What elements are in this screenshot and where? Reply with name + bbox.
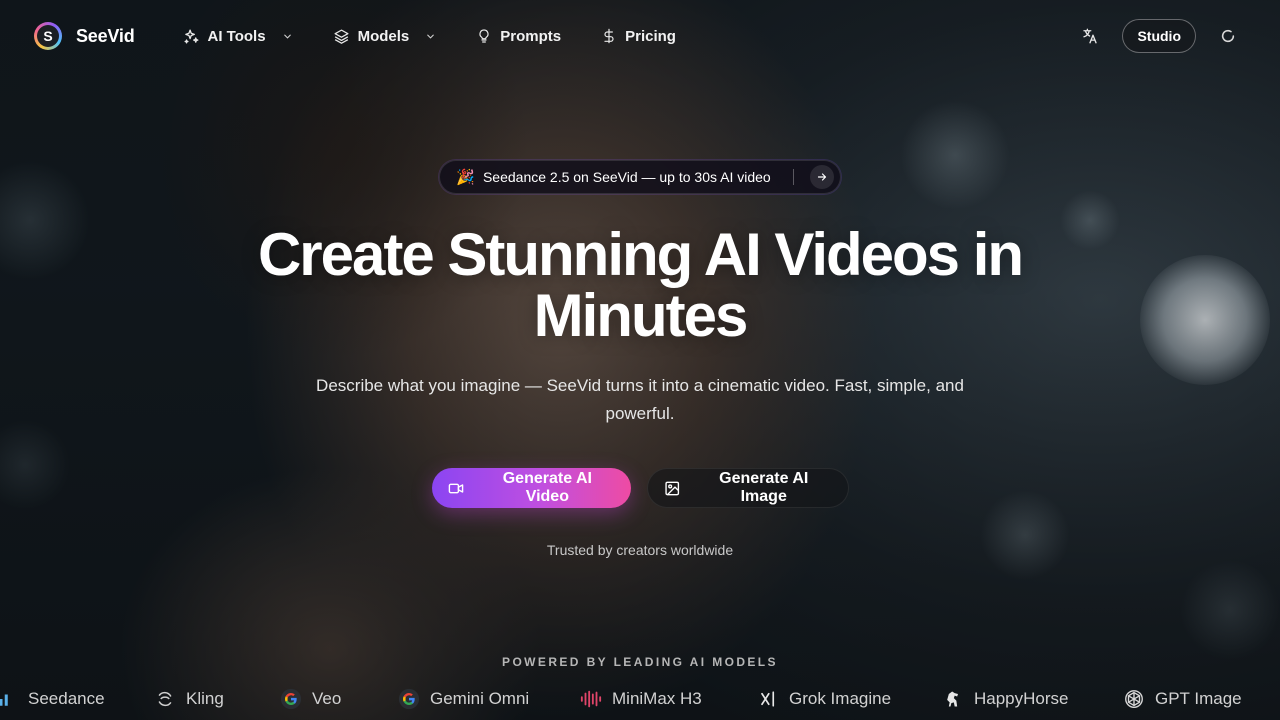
announcement-text: Seedance 2.5 on SeeVid — up to 30s AI vi… — [482, 169, 771, 185]
generate-video-button[interactable]: Generate AI Video — [431, 468, 631, 508]
generate-image-button[interactable]: Generate AI Image — [646, 468, 849, 508]
models-heading: POWERED BY LEADING AI MODELS — [502, 655, 778, 669]
nav-item-label: AI Tools — [207, 27, 266, 45]
model-seedance[interactable]: Seedance — [0, 688, 105, 710]
hero-subtitle: Describe what you imagine — SeeVid turns… — [316, 376, 964, 423]
lightbulb-icon — [479, 29, 489, 43]
kling-icon — [154, 688, 176, 710]
model-grok-imagine[interactable]: Grok Imagine — [757, 688, 891, 710]
model-gpt-image[interactable]: GPT Image — [1123, 688, 1242, 710]
openai-icon — [1123, 688, 1145, 710]
spinner-icon — [1210, 18, 1246, 54]
dollar-icon — [604, 28, 614, 44]
google-g-icon — [280, 688, 302, 710]
horse-icon — [942, 688, 964, 710]
nav-item-prompts[interactable]: Prompts — [476, 28, 561, 45]
nav-item-label: Models — [357, 27, 410, 45]
image-icon — [664, 481, 679, 495]
chevron-down-icon — [283, 34, 291, 39]
model-happyhorse[interactable]: HappyHorse — [942, 688, 1069, 710]
video-camera-icon — [448, 483, 463, 493]
brand-name: SeeVid — [76, 25, 135, 46]
brand-logo[interactable]: S SeeVid — [34, 22, 135, 50]
sparkles-icon — [184, 28, 199, 44]
model-kling[interactable]: Kling — [154, 688, 224, 710]
seedance-bars-icon — [0, 688, 18, 710]
main-nav: AI Tools Models Prompts Pricing — [183, 28, 676, 45]
xai-icon — [757, 688, 779, 710]
divider — [792, 169, 794, 185]
trusted-text: Trusted by creators worldwide — [546, 542, 734, 558]
logo-mark-icon: S — [34, 22, 62, 50]
translate-icon[interactable] — [1072, 18, 1108, 54]
nav-item-ai-tools[interactable]: AI Tools — [183, 28, 293, 45]
nav-item-label: Pricing — [625, 27, 676, 45]
model-veo[interactable]: Veo — [280, 688, 341, 710]
arrow-right-icon[interactable] — [809, 165, 834, 189]
model-gemini-omni[interactable]: Gemini Omni — [398, 688, 529, 710]
chevron-down-icon — [427, 34, 435, 39]
google-g-icon — [398, 688, 420, 710]
studio-button[interactable]: Studio — [1122, 19, 1196, 53]
site-header: S SeeVid AI Tools Models Prompts Pricing… — [0, 0, 1280, 72]
hero-title: Create Stunning AI Videos in Minutes — [257, 221, 1024, 349]
hero-section: 🎉 Seedance 2.5 on SeeVid — up to 30s AI … — [0, 160, 1280, 558]
layers-icon — [334, 28, 349, 44]
nav-item-models[interactable]: Models — [333, 28, 437, 45]
minimax-wave-icon — [580, 688, 602, 710]
nav-item-label: Prompts — [500, 27, 562, 45]
announcement-pill[interactable]: 🎉 Seedance 2.5 on SeeVid — up to 30s AI … — [439, 160, 841, 194]
nav-item-pricing[interactable]: Pricing — [601, 28, 676, 45]
model-minimax[interactable]: MiniMax H3 — [580, 688, 702, 710]
cta-group: Generate AI Video Generate AI Image — [0, 468, 1280, 508]
party-popper-icon: 🎉 — [456, 169, 475, 186]
